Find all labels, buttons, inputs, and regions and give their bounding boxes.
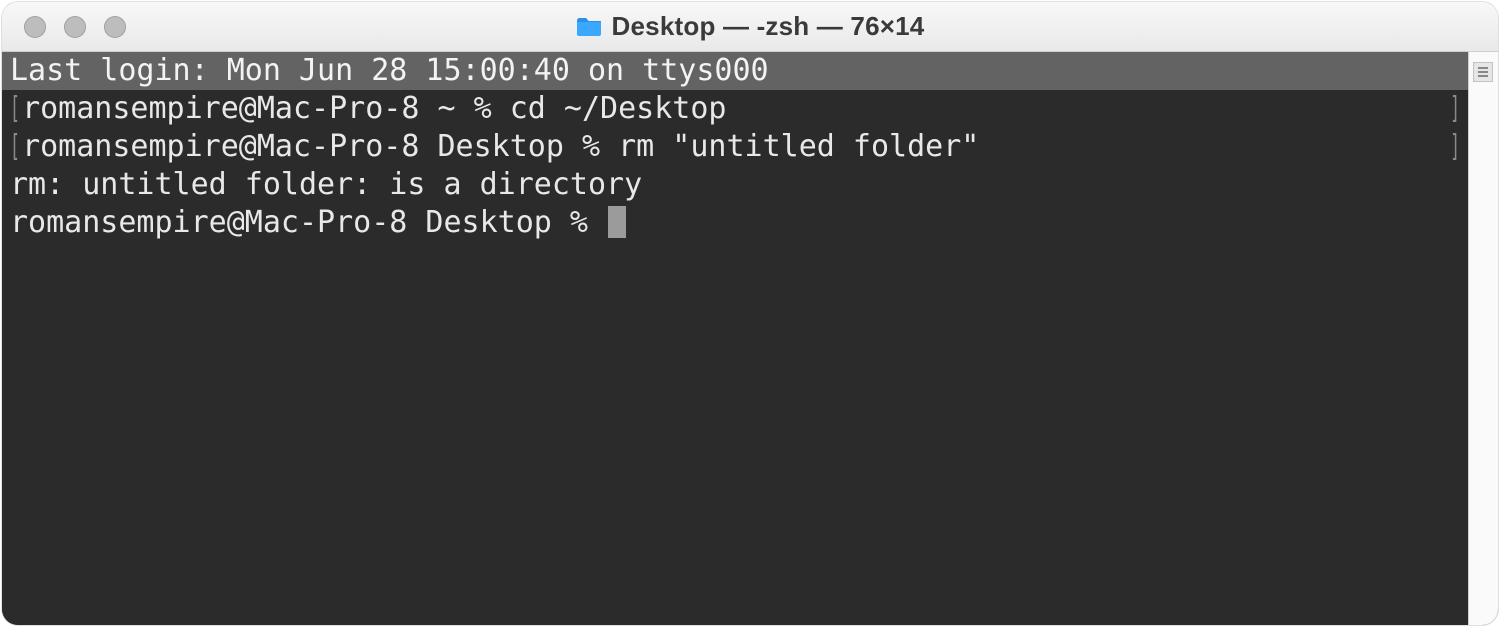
prompt-open-bracket-icon: [ [10,128,20,166]
fullscreen-window-button[interactable] [104,16,126,38]
cursor-icon [608,206,626,238]
output-line: rm: untitled folder: is a directory [2,166,1468,204]
traffic-lights [2,16,126,38]
prompt-close-bracket-icon: ] [1450,128,1460,166]
content-area: Last login: Mon Jun 28 15:00:40 on ttys0… [2,52,1498,625]
prompt-close-bracket-icon: ] [1450,90,1460,128]
minimize-window-button[interactable] [64,16,86,38]
current-prompt-line: romansempire@Mac-Pro-8 Desktop % [2,204,1468,242]
prompt-text: romansempire@Mac-Pro-8 Desktop % [10,205,606,240]
command-line: [romansempire@Mac-Pro-8 ~ % cd ~/Desktop… [2,90,1468,128]
title-area: Desktop — -zsh — 76×14 [2,11,1498,42]
terminal-output[interactable]: Last login: Mon Jun 28 15:00:40 on ttys0… [2,52,1468,625]
scroll-indicator-icon[interactable] [1473,62,1493,82]
window-title: Desktop — -zsh — 76×14 [612,11,925,42]
terminal-window: Desktop — -zsh — 76×14 Last login: Mon J… [2,2,1498,625]
prompt-text: romansempire@Mac-Pro-8 Desktop % [22,129,618,164]
last-login-line: Last login: Mon Jun 28 15:00:40 on ttys0… [2,52,1468,90]
folder-icon [576,16,602,38]
close-window-button[interactable] [24,16,46,38]
scrollbar-track[interactable] [1468,52,1498,625]
titlebar[interactable]: Desktop — -zsh — 76×14 [2,2,1498,52]
prompt-text: romansempire@Mac-Pro-8 ~ % [22,91,510,126]
prompt-open-bracket-icon: [ [10,90,20,128]
command-text: cd ~/Desktop [510,91,727,126]
command-text: rm "untitled folder" [618,129,979,164]
command-line: [romansempire@Mac-Pro-8 Desktop % rm "un… [2,128,1468,166]
